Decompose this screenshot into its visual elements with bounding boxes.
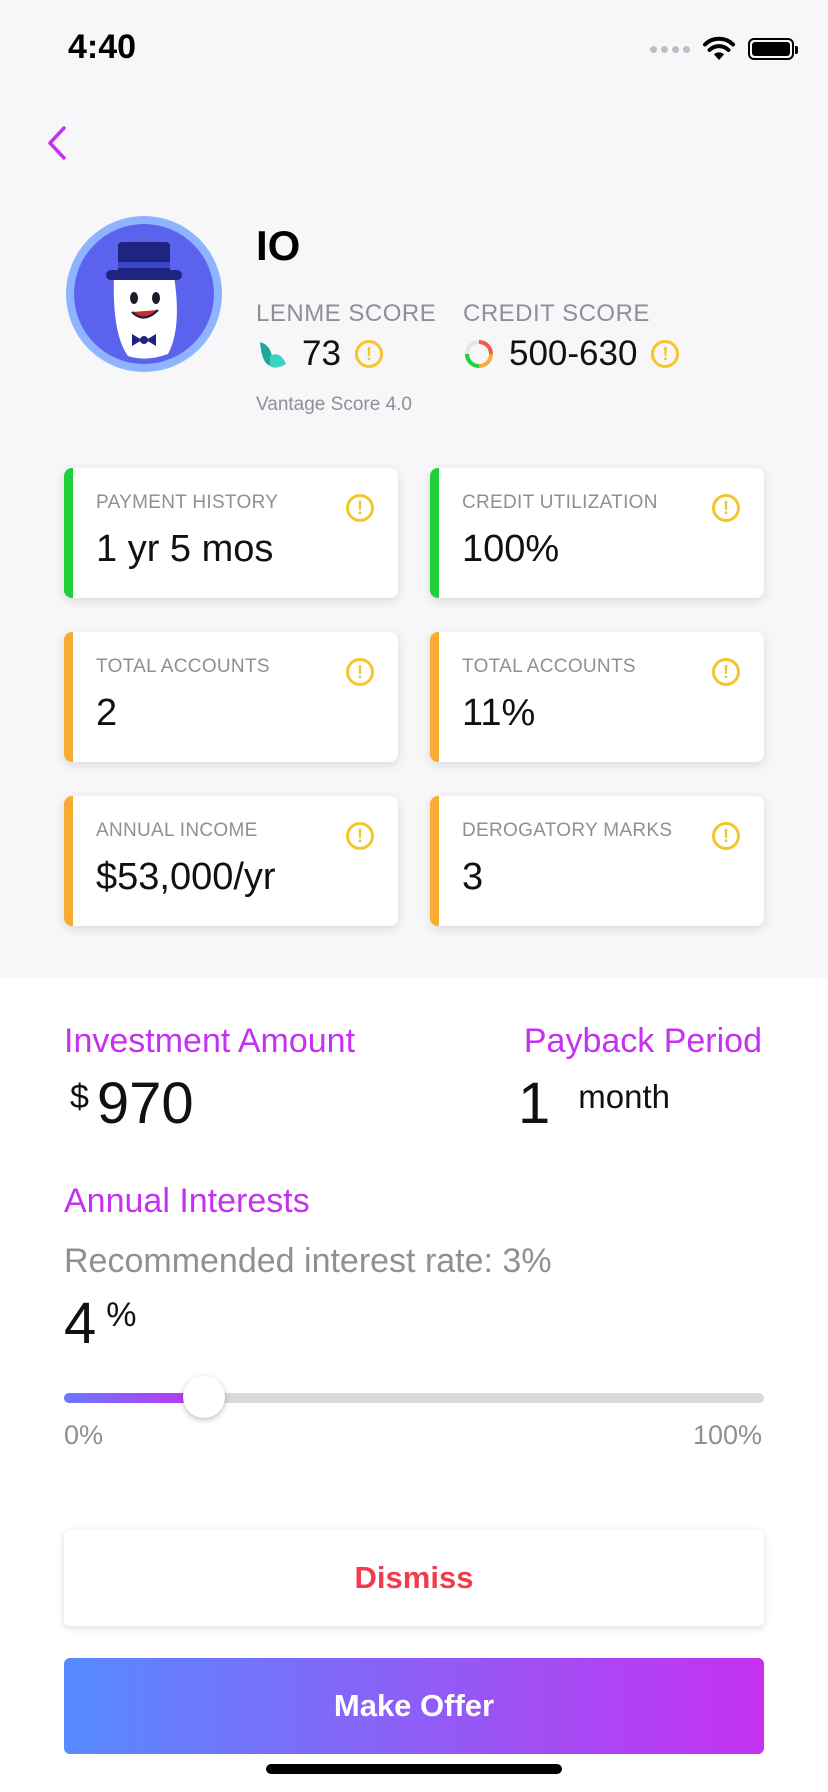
credit-score-label: CREDIT SCORE bbox=[463, 300, 650, 327]
lenme-score-label: LENME SCORE bbox=[256, 300, 437, 327]
card-total-accounts[interactable]: TOTAL ACCOUNTS 2 ! bbox=[64, 632, 398, 762]
home-indicator bbox=[266, 1764, 562, 1774]
battery-icon bbox=[748, 38, 798, 60]
interest-rate-value: 4 bbox=[64, 1291, 97, 1356]
dismiss-button[interactable]: Dismiss bbox=[64, 1530, 764, 1626]
annual-interests-label: Annual Interests bbox=[64, 1182, 310, 1220]
status-bar bbox=[430, 468, 439, 598]
card-annual-income[interactable]: ANNUAL INCOME $53,000/yr ! bbox=[64, 796, 398, 926]
back-button[interactable] bbox=[40, 118, 80, 168]
card-value: $53,000/yr bbox=[96, 856, 276, 898]
investment-amount-input[interactable]: $ 970 bbox=[70, 1070, 194, 1137]
credit-score-value: 500-630 bbox=[509, 334, 638, 373]
slider-thumb[interactable] bbox=[183, 1376, 225, 1418]
card-label: TOTAL ACCOUNTS bbox=[96, 656, 270, 677]
slider-max-label: 100% bbox=[692, 1420, 762, 1450]
card-label: TOTAL ACCOUNTS bbox=[462, 656, 636, 677]
credit-score-info-icon[interactable]: ! bbox=[651, 340, 680, 368]
credit-score: 500-630 ! bbox=[463, 334, 680, 374]
card-label: ANNUAL INCOME bbox=[96, 820, 258, 841]
payback-period-value: 1 bbox=[518, 1071, 551, 1136]
card-value: 2 bbox=[96, 692, 118, 734]
mascot-avatar-icon bbox=[74, 224, 214, 364]
card-total-accounts-percent[interactable]: TOTAL ACCOUNTS 11% ! bbox=[430, 632, 764, 762]
investment-amount-label: Investment Amount bbox=[64, 1022, 356, 1060]
info-icon[interactable]: ! bbox=[346, 494, 374, 522]
lenme-logo-icon bbox=[260, 342, 286, 368]
card-label: CREDIT UTILIZATION bbox=[462, 492, 658, 513]
card-value: 100% bbox=[462, 528, 560, 570]
info-icon[interactable]: ! bbox=[712, 658, 740, 686]
status-time: 4:40 bbox=[68, 28, 137, 66]
status-icons bbox=[650, 36, 798, 62]
slider-min-label: 0% bbox=[64, 1420, 104, 1450]
currency-symbol: $ bbox=[70, 1078, 89, 1116]
status-bar bbox=[64, 632, 73, 762]
lenme-score-value: 73 bbox=[302, 334, 341, 373]
payback-period-label: Payback Period bbox=[523, 1022, 762, 1060]
info-icon[interactable]: ! bbox=[346, 658, 374, 686]
info-icon[interactable]: ! bbox=[712, 822, 740, 850]
investment-amount-value: 970 bbox=[96, 1071, 194, 1136]
status-bar bbox=[64, 796, 73, 926]
info-icon[interactable]: ! bbox=[712, 494, 740, 522]
vantage-score-note: Vantage Score 4.0 bbox=[256, 394, 412, 415]
interest-rate-display: 4 % bbox=[64, 1290, 137, 1357]
status-bar bbox=[430, 796, 439, 926]
status-bar bbox=[64, 468, 73, 598]
payback-period-unit: month bbox=[578, 1078, 670, 1115]
card-value: 3 bbox=[462, 856, 484, 898]
status-bar bbox=[430, 632, 439, 762]
chevron-left-icon bbox=[48, 126, 66, 160]
card-value: 11% bbox=[462, 692, 536, 734]
card-value: 1 yr 5 mos bbox=[96, 528, 274, 570]
recommended-rate: Recommended interest rate: 3% bbox=[64, 1242, 552, 1280]
card-payment-history[interactable]: PAYMENT HISTORY 1 yr 5 mos ! bbox=[64, 468, 398, 598]
card-label: PAYMENT HISTORY bbox=[96, 492, 279, 513]
cellular-signal-icon bbox=[650, 45, 690, 53]
info-icon[interactable]: ! bbox=[346, 822, 374, 850]
avatar bbox=[66, 216, 222, 372]
make-offer-button[interactable]: Make Offer bbox=[64, 1658, 764, 1754]
card-derogatory-marks[interactable]: DEROGATORY MARKS 3 ! bbox=[430, 796, 764, 926]
lenme-score-info-icon[interactable]: ! bbox=[354, 340, 383, 368]
interest-rate-slider[interactable] bbox=[64, 1376, 764, 1418]
card-label: DEROGATORY MARKS bbox=[462, 820, 673, 841]
lenme-score: 73 ! bbox=[256, 334, 383, 374]
user-name: IO bbox=[256, 222, 301, 269]
card-credit-utilization[interactable]: CREDIT UTILIZATION 100% ! bbox=[430, 468, 764, 598]
credit-score-gauge-icon bbox=[465, 340, 493, 368]
wifi-icon bbox=[703, 36, 735, 60]
payback-period-input[interactable]: 1 month bbox=[518, 1070, 670, 1137]
interest-rate-unit: % bbox=[106, 1296, 137, 1334]
